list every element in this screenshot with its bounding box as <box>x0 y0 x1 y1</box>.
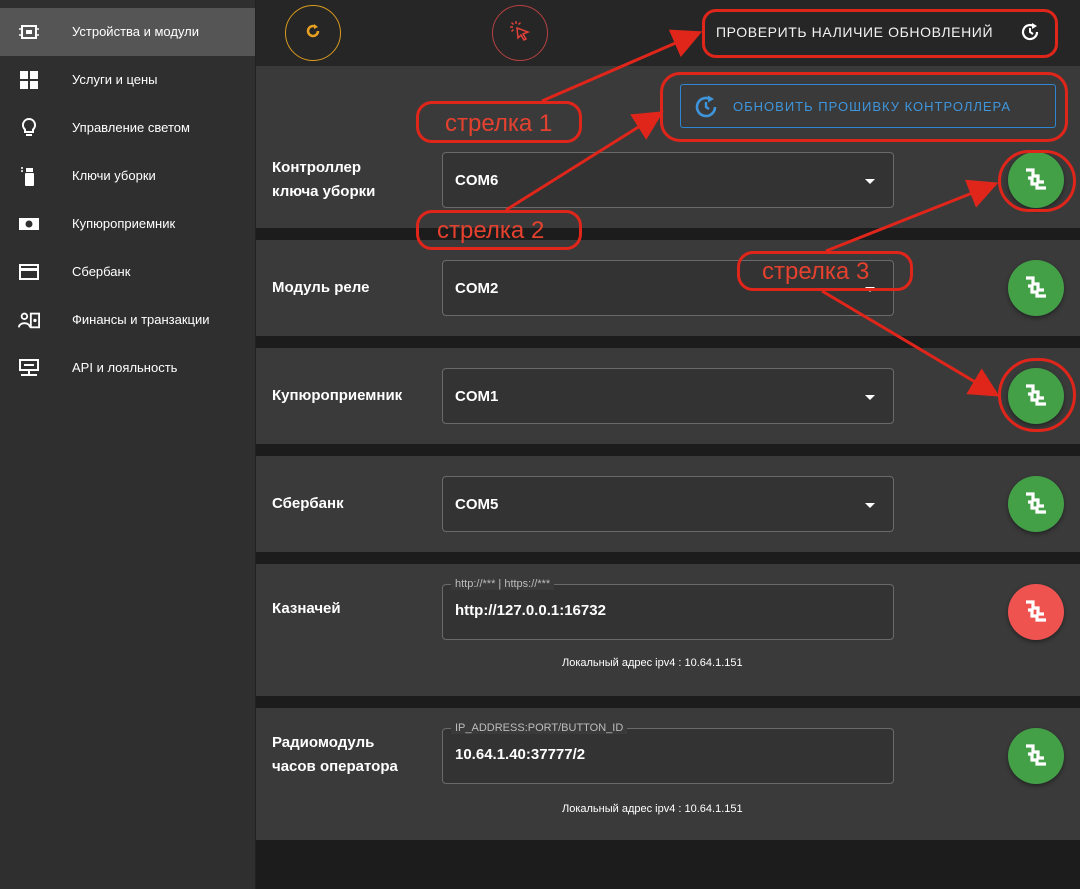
annotation-label-3: стрелка 3 <box>762 258 870 285</box>
device-row-sberbank: Сбербанк COM5 <box>256 456 1080 552</box>
sidebar-item-finance[interactable]: Финансы и транзакции <box>0 296 255 344</box>
annotation-label-1: стрелка 1 <box>445 110 553 137</box>
sidebar-item-label: Сбербанк <box>72 264 131 279</box>
sidebar-item-label: Финансы и транзакции <box>72 312 210 327</box>
tap-cursor-icon <box>509 20 531 47</box>
sidebar-item-bill-acceptor[interactable]: Купюроприемник <box>0 200 255 248</box>
local-address-text: Локальный адрес ipv4 : 10.64.1.151 <box>562 803 743 815</box>
device-label: Казначей <box>272 600 341 617</box>
app-root: Устройства и модули Услуги и цены Управл… <box>0 0 1080 889</box>
sidebar-item-label: Управление светом <box>72 120 190 135</box>
sidebar-item-api[interactable]: API и лояльность <box>0 344 255 392</box>
local-address-text: Локальный адрес ipv4 : 10.64.1.151 <box>562 657 743 669</box>
device-label: Модуль реле <box>272 279 370 296</box>
input-legend: IP_ADDRESS:PORT/BUTTON_ID <box>451 722 628 734</box>
port-select[interactable]: COM5 <box>442 476 894 532</box>
device-label-line: Радиомодуль <box>272 734 375 751</box>
port-select[interactable]: COM1 <box>442 368 894 424</box>
test-click-button[interactable] <box>492 5 548 61</box>
port-select-value: COM1 <box>455 388 499 405</box>
refresh-button[interactable] <box>285 5 341 61</box>
grid-icon <box>18 70 40 90</box>
port-select[interactable]: COM6 <box>442 152 894 208</box>
sidebar-item-label: Ключи уборки <box>72 168 156 183</box>
device-label-line: Контроллер <box>272 159 362 176</box>
annotation-highlight-status-3 <box>998 358 1076 432</box>
chip-icon <box>18 22 40 42</box>
connection-icon <box>1020 486 1052 523</box>
chevron-down-icon <box>865 179 875 184</box>
connection-icon <box>1020 270 1052 307</box>
sidebar-item-sberbank[interactable]: Сбербанк <box>0 248 255 296</box>
finance-icon <box>18 310 40 330</box>
chevron-down-icon <box>865 395 875 400</box>
device-row-bill-acceptor: Купюроприемник COM1 <box>256 348 1080 444</box>
annotation-label-box-3: стрелка 3 <box>737 251 913 291</box>
annotation-highlight-firmware <box>660 72 1068 142</box>
connection-status-button[interactable] <box>1008 728 1064 784</box>
sidebar-item-services[interactable]: Услуги и цены <box>0 56 255 104</box>
sidebar-item-devices[interactable]: Устройства и модули <box>0 8 255 56</box>
device-row-relay: Модуль реле COM2 <box>256 240 1080 336</box>
sidebar-item-cleaning-keys[interactable]: Ключи уборки <box>0 152 255 200</box>
annotation-highlight-check-updates <box>702 9 1058 58</box>
device-label-line: ключа уборки <box>272 183 376 200</box>
annotation-highlight-status-1 <box>998 150 1076 212</box>
api-icon <box>18 358 40 378</box>
connection-icon <box>1020 738 1052 775</box>
device-label-line: часов оператора <box>272 758 398 775</box>
input-value: http://127.0.0.1:16732 <box>455 602 606 619</box>
radio-address-input[interactable]: IP_ADDRESS:PORT/BUTTON_ID 10.64.1.40:377… <box>442 722 894 784</box>
device-label: Сбербанк <box>272 495 344 512</box>
sidebar-item-label: Устройства и модули <box>72 24 200 39</box>
sidebar: Устройства и модули Услуги и цены Управл… <box>0 0 256 889</box>
port-select-value: COM2 <box>455 280 499 297</box>
device-label: Радиомодуль часов оператора <box>272 731 398 779</box>
connection-status-button[interactable] <box>1008 260 1064 316</box>
refresh-icon <box>304 22 322 45</box>
card-icon <box>18 262 40 282</box>
annotation-label-box-1: стрелка 1 <box>416 101 582 143</box>
sidebar-item-light[interactable]: Управление светом <box>0 104 255 152</box>
input-value: 10.64.1.40:37777/2 <box>455 746 586 763</box>
sidebar-item-label: Услуги и цены <box>72 72 158 87</box>
device-row-radio-module: Радиомодуль часов оператора IP_ADDRESS:P… <box>256 708 1080 840</box>
device-label: Контроллер ключа уборки <box>272 156 375 204</box>
device-label: Купюроприемник <box>272 387 403 404</box>
device-row-treasurer: Казначей http://*** | https://*** http:/… <box>256 564 1080 696</box>
treasurer-url-input[interactable]: http://*** | https://*** http://127.0.0.… <box>442 578 894 640</box>
connection-status-button[interactable] <box>1008 584 1064 640</box>
annotation-label-box-2: стрелка 2 <box>416 210 582 250</box>
sidebar-item-label: API и лояльность <box>72 360 178 375</box>
bulb-icon <box>18 117 40 138</box>
spray-icon <box>18 166 40 186</box>
port-select-value: COM6 <box>455 172 499 189</box>
connection-icon <box>1020 594 1052 631</box>
connection-status-button[interactable] <box>1008 476 1064 532</box>
sidebar-item-label: Купюроприемник <box>72 216 176 231</box>
chevron-down-icon <box>865 503 875 508</box>
banknote-icon <box>18 214 40 234</box>
port-select-value: COM5 <box>455 496 499 513</box>
input-legend: http://*** | https://*** <box>451 578 555 590</box>
devices-panel: ОБНОВИТЬ ПРОШИВКУ КОНТРОЛЛЕРА Контроллер… <box>256 66 1080 889</box>
annotation-label-2: стрелка 2 <box>437 217 545 244</box>
